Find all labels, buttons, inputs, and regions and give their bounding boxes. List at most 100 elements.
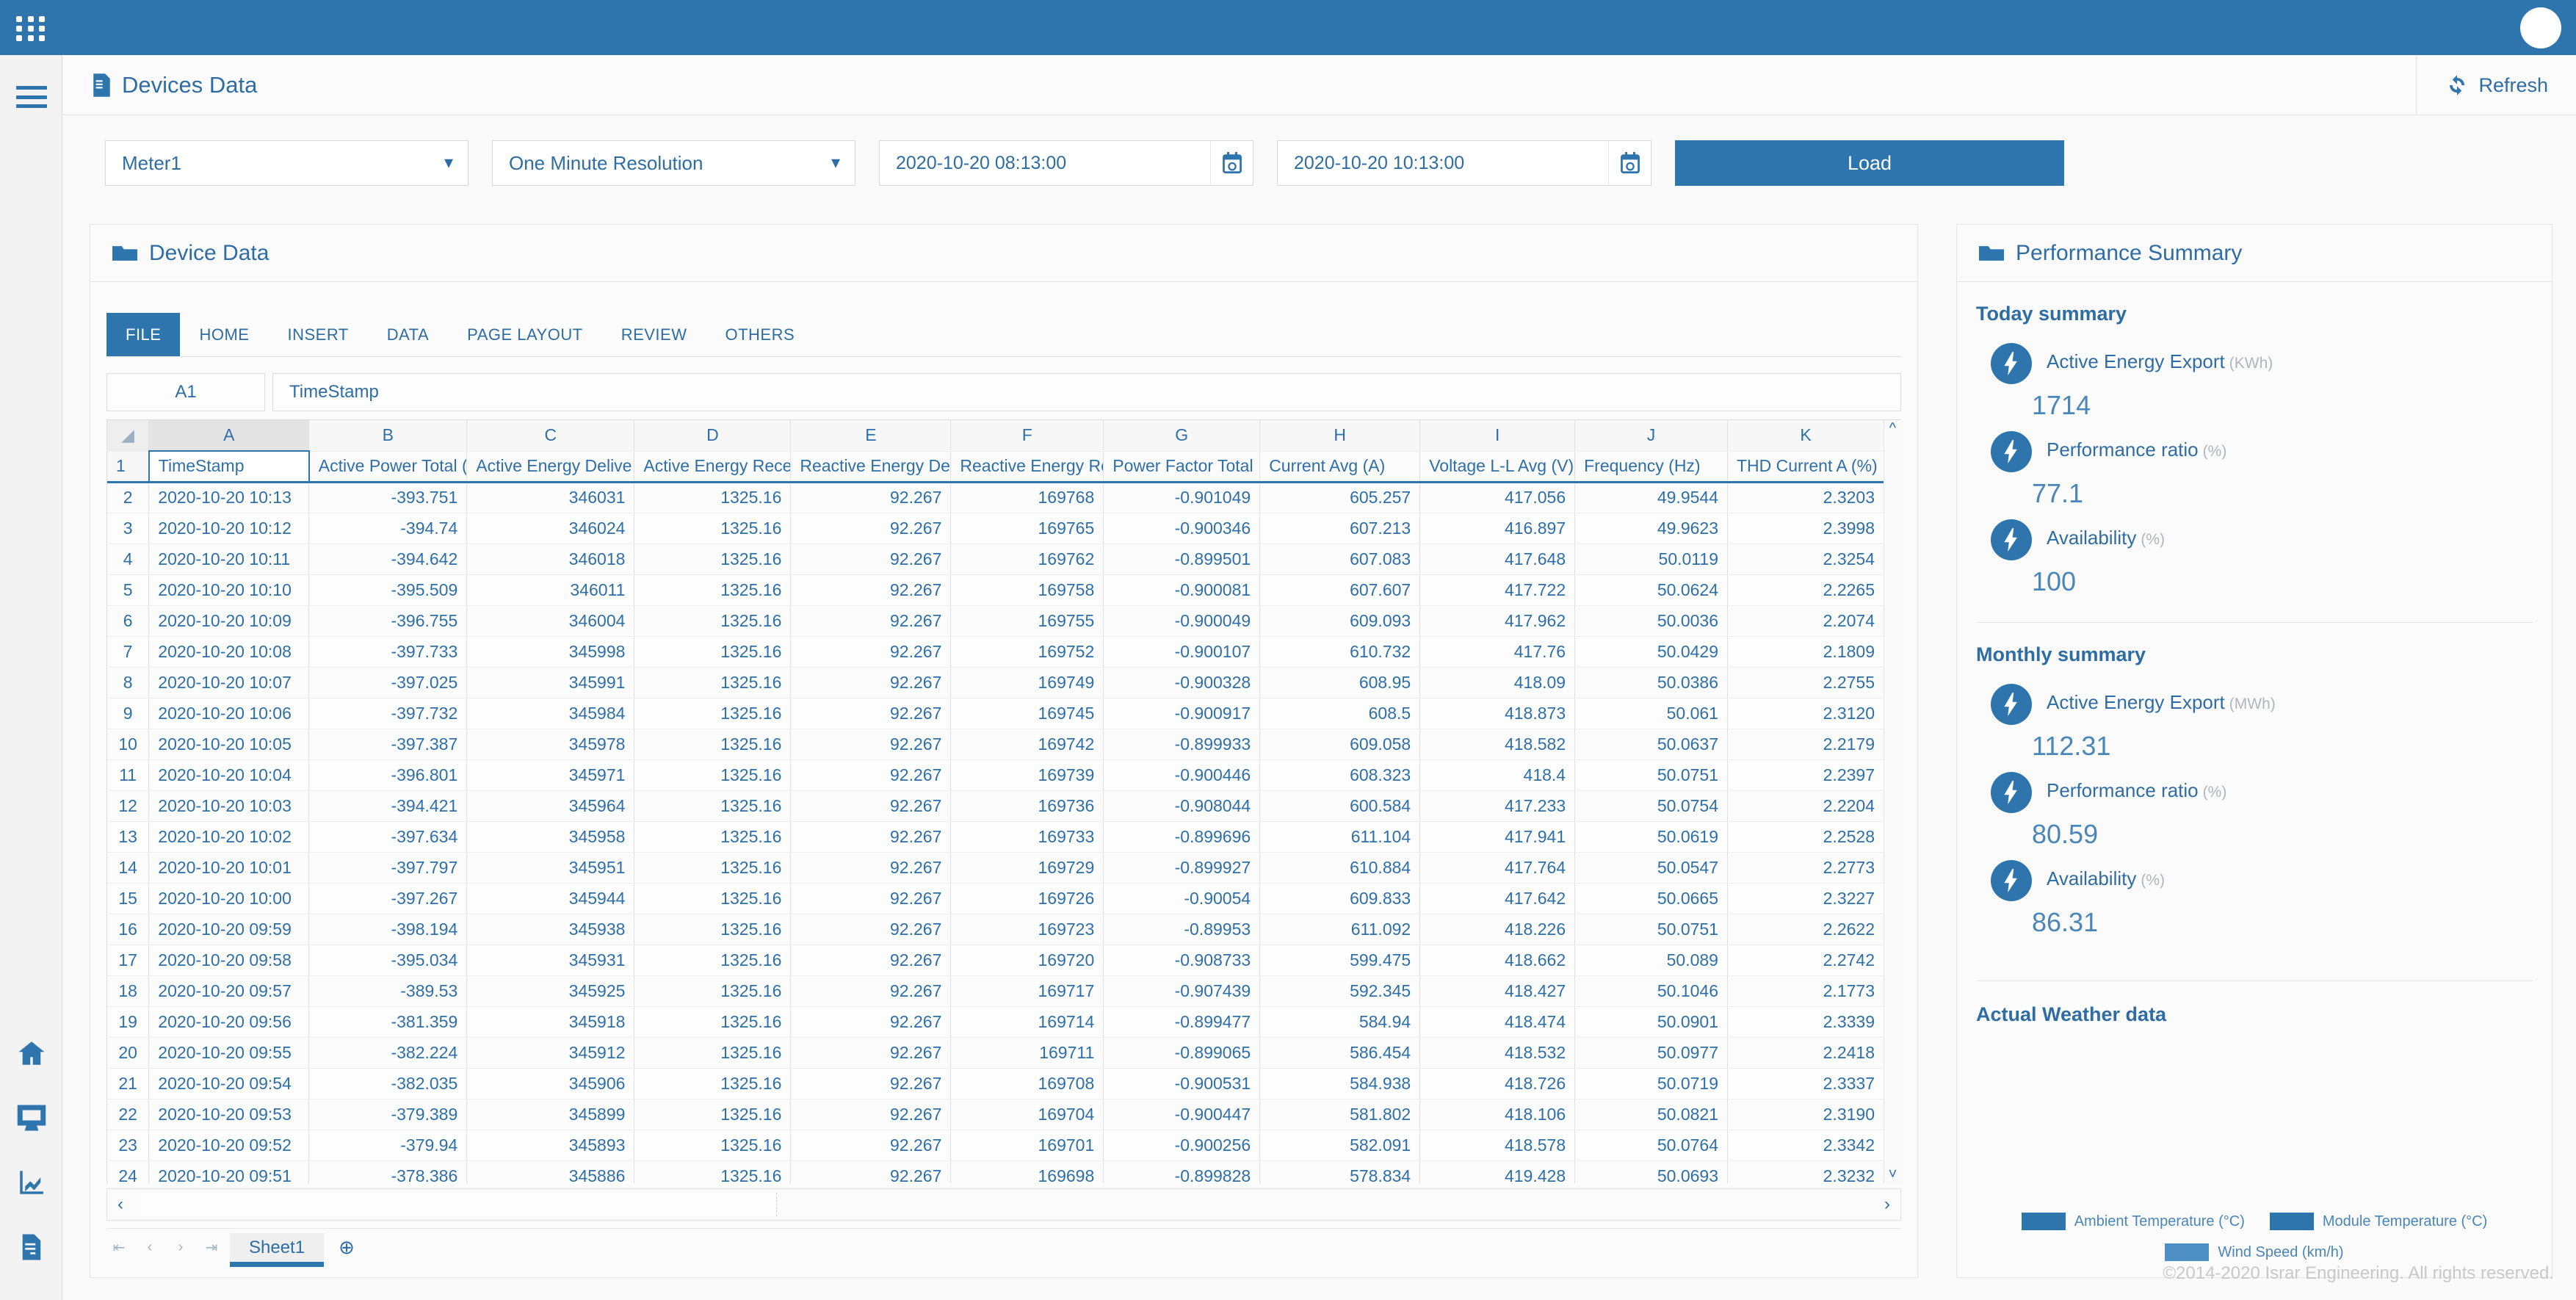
refresh-button[interactable]: Refresh	[2416, 55, 2548, 115]
table-cell[interactable]: 1325.16	[634, 1160, 791, 1183]
table-cell[interactable]: 1325.16	[634, 1006, 791, 1037]
table-cell[interactable]: 1325.16	[634, 852, 791, 883]
table-cell[interactable]: 584.94	[1260, 1006, 1420, 1037]
table-cell[interactable]: 50.0665	[1575, 883, 1728, 914]
table-cell[interactable]: 169729	[951, 852, 1104, 883]
table-cell[interactable]: 2.2418	[1727, 1037, 1884, 1068]
table-cell[interactable]: 92.267	[791, 1006, 951, 1037]
table-cell[interactable]: -0.907439	[1104, 975, 1260, 1006]
table-cell[interactable]: 418.532	[1420, 1037, 1575, 1068]
column-title-cell[interactable]: Frequency (Hz)	[1575, 451, 1728, 482]
table-cell[interactable]: 609.058	[1260, 729, 1420, 759]
table-cell[interactable]: 92.267	[791, 513, 951, 544]
table-cell[interactable]: 50.0693	[1575, 1160, 1728, 1183]
row-number[interactable]: 8	[107, 667, 149, 698]
table-cell[interactable]: 169701	[951, 1130, 1104, 1160]
table-cell[interactable]: 2020-10-20 10:12	[149, 513, 309, 544]
table-cell[interactable]: -397.797	[309, 852, 467, 883]
row-number[interactable]: 15	[107, 883, 149, 914]
table-cell[interactable]: 92.267	[791, 1068, 951, 1099]
table-cell[interactable]: 169714	[951, 1006, 1104, 1037]
table-cell[interactable]: -382.224	[309, 1037, 467, 1068]
select-all-corner[interactable]: ◢	[107, 420, 149, 451]
row-number[interactable]: 1	[107, 451, 149, 482]
table-cell[interactable]: 605.257	[1260, 482, 1420, 513]
table-cell[interactable]: 417.648	[1420, 544, 1575, 574]
table-cell[interactable]: 169717	[951, 975, 1104, 1006]
formula-bar[interactable]: TimeStamp	[272, 373, 1901, 411]
table-cell[interactable]: -397.634	[309, 821, 467, 852]
table-cell[interactable]: 92.267	[791, 1130, 951, 1160]
table-cell[interactable]: -393.751	[309, 482, 467, 513]
column-title-cell[interactable]: Voltage L-L Avg (V)	[1420, 451, 1575, 482]
resolution-select[interactable]: One Minute Resolution ▾	[492, 140, 855, 186]
row-number[interactable]: 10	[107, 729, 149, 759]
row-number[interactable]: 4	[107, 544, 149, 574]
column-header-J[interactable]: J	[1575, 420, 1728, 451]
table-cell[interactable]: 2.3203	[1727, 482, 1884, 513]
row-number[interactable]: 5	[107, 574, 149, 605]
table-cell[interactable]: 346011	[467, 574, 634, 605]
table-cell[interactable]: 345893	[467, 1130, 634, 1160]
table-cell[interactable]: 92.267	[791, 1160, 951, 1183]
table-cell[interactable]: 1325.16	[634, 821, 791, 852]
table-cell[interactable]: 2.1773	[1727, 975, 1884, 1006]
table-cell[interactable]: 2020-10-20 09:56	[149, 1006, 309, 1037]
table-cell[interactable]: 50.0821	[1575, 1099, 1728, 1130]
table-cell[interactable]: 2020-10-20 10:13	[149, 482, 309, 513]
table-cell[interactable]: 1325.16	[634, 544, 791, 574]
table-cell[interactable]: 345984	[467, 698, 634, 729]
table-cell[interactable]: 92.267	[791, 574, 951, 605]
ribbon-tab-home[interactable]: HOME	[180, 313, 268, 356]
table-cell[interactable]: 2.3342	[1727, 1130, 1884, 1160]
table-cell[interactable]: 1325.16	[634, 1099, 791, 1130]
table-cell[interactable]: 50.0719	[1575, 1068, 1728, 1099]
table-cell[interactable]: 50.0751	[1575, 914, 1728, 945]
table-cell[interactable]: 608.5	[1260, 698, 1420, 729]
chevron-right-icon[interactable]: ›	[1884, 1194, 1890, 1215]
table-cell[interactable]: 2020-10-20 09:55	[149, 1037, 309, 1068]
legend-item[interactable]: Wind Speed (km/h)	[1976, 1243, 2533, 1261]
ribbon-tab-page-layout[interactable]: PAGE LAYOUT	[448, 313, 602, 356]
column-header-I[interactable]: I	[1420, 420, 1575, 451]
table-cell[interactable]: 50.0429	[1575, 636, 1728, 667]
table-cell[interactable]: 1325.16	[634, 667, 791, 698]
table-cell[interactable]: 609.833	[1260, 883, 1420, 914]
table-cell[interactable]: 416.897	[1420, 513, 1575, 544]
column-title-cell[interactable]: TimeStamp	[149, 451, 309, 482]
horizontal-scrollbar[interactable]: ‹ ›	[106, 1188, 1901, 1221]
table-cell[interactable]: 50.0119	[1575, 544, 1728, 574]
table-cell[interactable]: -0.900081	[1104, 574, 1260, 605]
table-cell[interactable]: 345931	[467, 945, 634, 975]
table-cell[interactable]: -382.035	[309, 1068, 467, 1099]
column-header-E[interactable]: E	[791, 420, 951, 451]
legend-item[interactable]: Module Temperature (°C)	[2270, 1213, 2487, 1230]
table-cell[interactable]: 418.4	[1420, 759, 1575, 790]
table-cell[interactable]: 92.267	[791, 852, 951, 883]
table-cell[interactable]: 50.0547	[1575, 852, 1728, 883]
row-number[interactable]: 19	[107, 1006, 149, 1037]
table-cell[interactable]: -0.900531	[1104, 1068, 1260, 1099]
row-number[interactable]: 3	[107, 513, 149, 544]
table-cell[interactable]: 417.233	[1420, 790, 1575, 821]
table-cell[interactable]: -0.900107	[1104, 636, 1260, 667]
table-cell[interactable]: 92.267	[791, 667, 951, 698]
row-number[interactable]: 24	[107, 1160, 149, 1183]
table-cell[interactable]: -0.899477	[1104, 1006, 1260, 1037]
table-cell[interactable]: 417.962	[1420, 605, 1575, 636]
caret-up-icon[interactable]: ^	[1889, 420, 1896, 437]
table-cell[interactable]: 50.0754	[1575, 790, 1728, 821]
table-cell[interactable]: 1325.16	[634, 759, 791, 790]
table-cell[interactable]: 2.2204	[1727, 790, 1884, 821]
row-number[interactable]: 12	[107, 790, 149, 821]
table-cell[interactable]: 345971	[467, 759, 634, 790]
table-cell[interactable]: 2020-10-20 10:07	[149, 667, 309, 698]
table-cell[interactable]: 2.2397	[1727, 759, 1884, 790]
table-cell[interactable]: 592.345	[1260, 975, 1420, 1006]
table-cell[interactable]: 610.884	[1260, 852, 1420, 883]
table-cell[interactable]: 2020-10-20 09:59	[149, 914, 309, 945]
table-cell[interactable]: 345906	[467, 1068, 634, 1099]
table-cell[interactable]: -395.509	[309, 574, 467, 605]
table-cell[interactable]: -0.90054	[1104, 883, 1260, 914]
table-cell[interactable]: 346031	[467, 482, 634, 513]
